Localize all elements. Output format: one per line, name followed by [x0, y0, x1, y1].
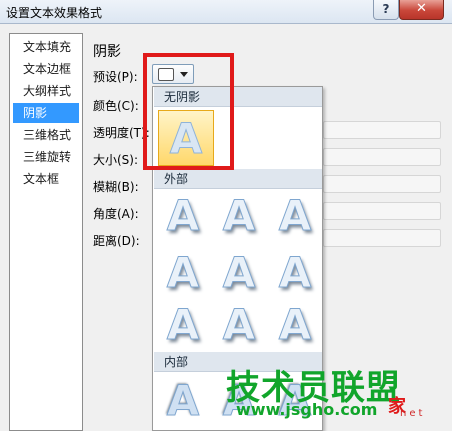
preset-outer-3[interactable]: A: [267, 188, 322, 244]
inner-glyph: A: [166, 376, 200, 426]
watermark-net: net: [400, 408, 426, 419]
preset-label: 预设(P):: [93, 70, 138, 84]
preset-outer-4[interactable]: A: [155, 245, 211, 301]
outer-glyph: A: [222, 300, 256, 350]
transparency-field[interactable]: [323, 121, 441, 139]
outer-glyph: A: [278, 248, 312, 298]
panel-heading: 阴影: [93, 44, 121, 60]
size-label: 大小(S):: [93, 153, 139, 167]
outer-glyph: A: [278, 300, 312, 350]
size-field[interactable]: [323, 148, 441, 166]
distance-label: 距离(D):: [93, 234, 140, 248]
nav-item-outline-style[interactable]: 大纲样式: [13, 81, 79, 101]
category-list: 文本填充 文本边框 大纲样式 阴影 三维格式 三维旋转 文本框: [9, 33, 83, 431]
outer-glyph: A: [166, 248, 200, 298]
window-title: 设置文本效果格式: [6, 6, 103, 20]
blur-field[interactable]: [323, 175, 441, 193]
preset-outer-8[interactable]: A: [211, 297, 267, 353]
title-bar: 设置文本效果格式 ? ✕: [0, 0, 452, 24]
help-button[interactable]: ?: [373, 0, 399, 20]
distance-field[interactable]: [323, 229, 441, 247]
section-outer: 外部: [154, 169, 322, 189]
nav-item-shadow[interactable]: 阴影: [13, 103, 79, 123]
nav-item-text-fill[interactable]: 文本填充: [13, 37, 79, 57]
outer-glyph: A: [222, 191, 256, 241]
nav-item-3d-format[interactable]: 三维格式: [13, 125, 79, 145]
preset-outer-1[interactable]: A: [155, 188, 211, 244]
color-label: 颜色(C):: [93, 99, 139, 113]
outer-glyph: A: [278, 191, 312, 241]
outer-glyph: A: [166, 300, 200, 350]
preset-outer-9[interactable]: A: [267, 297, 322, 353]
watermark-url: www.jsgho.com: [236, 400, 378, 419]
preset-outer-5[interactable]: A: [211, 245, 267, 301]
blur-label: 模糊(B):: [93, 180, 139, 194]
nav-item-text-border[interactable]: 文本边框: [13, 59, 79, 79]
nav-item-3d-rotation[interactable]: 三维旋转: [13, 147, 79, 167]
close-button[interactable]: ✕: [399, 0, 444, 20]
highlight-annotation-box: [143, 53, 234, 170]
angle-label: 角度(A):: [93, 207, 139, 221]
preset-inner-1[interactable]: A: [155, 373, 211, 429]
angle-field[interactable]: [323, 202, 441, 220]
transparency-label: 透明度(T):: [93, 126, 150, 140]
preset-outer-7[interactable]: A: [155, 297, 211, 353]
outer-glyph: A: [222, 248, 256, 298]
nav-item-text-box[interactable]: 文本框: [13, 169, 79, 189]
preset-outer-2[interactable]: A: [211, 188, 267, 244]
outer-glyph: A: [166, 191, 200, 241]
preset-outer-6[interactable]: A: [267, 245, 322, 301]
